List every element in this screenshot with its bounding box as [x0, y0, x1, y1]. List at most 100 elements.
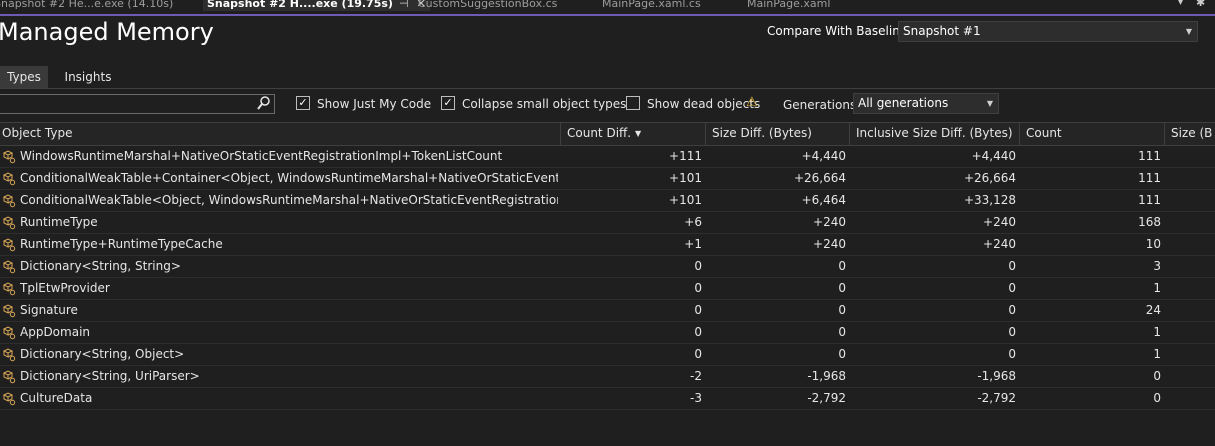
- baseline-label: Compare With Baseline:: [767, 24, 912, 38]
- cell-inclusive-size-diff: +33,128: [963, 193, 1016, 207]
- cell-count-diff: +101: [669, 193, 702, 207]
- cell-size-diff: 0: [838, 347, 846, 361]
- tab-snapshot-current[interactable]: Snapshot #2 H....exe (19.75s) ⊣ ✕: [203, 0, 430, 11]
- collapse-small-checkbox[interactable]: ✓: [441, 96, 455, 110]
- column-header-inclusive-size-diff[interactable]: Inclusive Size Diff. (Bytes): [850, 123, 1020, 145]
- collapse-small-label: Collapse small object types: [462, 97, 627, 111]
- cell-size-diff: 0: [838, 325, 846, 339]
- cell-count-diff: 0: [694, 303, 702, 317]
- chevron-down-icon: ▼: [1185, 27, 1192, 36]
- table-row[interactable]: WindowsRuntimeMarshal+NativeOrStaticEven…: [0, 146, 1215, 168]
- table-row[interactable]: RuntimeType+RuntimeTypeCache +1 +240 +240 10: [0, 234, 1215, 256]
- table-row[interactable]: Dictionary<String, String> 0 0 0 3: [0, 256, 1215, 278]
- cell-object-type: Dictionary<String, Object>: [20, 347, 185, 361]
- tab-insights[interactable]: Insights: [56, 66, 120, 88]
- column-header-object-type[interactable]: Object Type: [0, 123, 561, 145]
- show-dead-checkbox[interactable]: [626, 96, 640, 110]
- grid-body: WindowsRuntimeMarshal+NativeOrStaticEven…: [0, 146, 1215, 410]
- baseline-value: Snapshot #1: [903, 24, 981, 38]
- warning-icon: ⚠: [746, 95, 758, 110]
- column-header-count[interactable]: Count: [1020, 123, 1165, 145]
- cell-count: 111: [1138, 193, 1161, 207]
- cell-inclusive-size-diff: +240: [983, 237, 1016, 251]
- search-input[interactable]: [0, 94, 275, 114]
- cell-object-type: Dictionary<String, String>: [20, 259, 181, 273]
- column-header-size-diff[interactable]: Size Diff. (Bytes): [706, 123, 850, 145]
- cell-size-diff: +26,664: [793, 171, 846, 185]
- baseline-dropdown[interactable]: Snapshot #1 ▼: [898, 21, 1198, 42]
- cell-size-diff: +6,464: [801, 193, 846, 207]
- cell-inclusive-size-diff: 0: [1008, 303, 1016, 317]
- cell-count-diff: 0: [694, 259, 702, 273]
- cell-count: 1: [1153, 347, 1161, 361]
- generations-value: All generations: [858, 96, 949, 110]
- table-row[interactable]: Dictionary<String, Object> 0 0 0 1: [0, 344, 1215, 366]
- table-row[interactable]: Signature 0 0 0 24: [0, 300, 1215, 322]
- cell-count-diff: +1: [684, 237, 702, 251]
- pin-icon[interactable]: ⊣: [399, 0, 409, 10]
- cell-object-type: RuntimeType: [20, 215, 98, 229]
- cell-object-type: ConditionalWeakTable<Object, WindowsRunt…: [20, 193, 558, 207]
- table-row[interactable]: RuntimeType +6 +240 +240 168: [0, 212, 1215, 234]
- page-title: Managed Memory: [0, 18, 214, 46]
- search-icon[interactable]: [257, 95, 271, 115]
- table-row[interactable]: Dictionary<String, UriParser> -2 -1,968 -1,…: [0, 366, 1215, 388]
- cell-object-type: ConditionalWeakTable+Container<Object, W…: [20, 171, 558, 185]
- column-header-count-diff[interactable]: Count Diff. ▼: [561, 123, 706, 145]
- cell-object-type: AppDomain: [20, 325, 91, 339]
- column-header-size[interactable]: Size (B: [1165, 123, 1215, 145]
- active-tab-accent-line: [0, 14, 1215, 16]
- object-types-grid: Object Type Count Diff. ▼ Size Diff. (By…: [0, 122, 1215, 410]
- cell-inclusive-size-diff: +4,440: [971, 149, 1016, 163]
- cell-inclusive-size-diff: 0: [1008, 259, 1016, 273]
- cell-count-diff: -2: [690, 369, 702, 383]
- cell-count-diff: +6: [684, 215, 702, 229]
- cell-object-type: CultureData: [20, 391, 93, 405]
- cell-size-diff: 0: [838, 259, 846, 273]
- just-my-code-checkbox[interactable]: ✓: [296, 96, 310, 110]
- cell-size-diff: -2,792: [807, 391, 846, 405]
- cell-count-diff: 0: [694, 281, 702, 295]
- cell-inclusive-size-diff: 0: [1008, 281, 1016, 295]
- cell-count: 1: [1153, 325, 1161, 339]
- view-tabs-divider: [0, 88, 1215, 89]
- cell-count: 0: [1153, 391, 1161, 405]
- cell-size-diff: +240: [813, 237, 846, 251]
- tab-mainpage-xaml[interactable]: MainPage.xaml: [747, 0, 830, 11]
- just-my-code-label: Show Just My Code: [317, 97, 432, 111]
- cell-size-diff: -1,968: [807, 369, 846, 383]
- cell-count-diff: +101: [669, 171, 702, 185]
- table-row[interactable]: ConditionalWeakTable<Object, WindowsRunt…: [0, 190, 1215, 212]
- table-row[interactable]: ConditionalWeakTable+Container<Object, W…: [0, 168, 1215, 190]
- cell-inclusive-size-diff: 0: [1008, 325, 1016, 339]
- cell-inclusive-size-diff: +26,664: [963, 171, 1016, 185]
- tab-snapshot-prev[interactable]: Snapshot #2 He...e.exe (14.10s): [0, 0, 173, 11]
- cell-object-type: Signature: [20, 303, 78, 317]
- tab-snapshot-current-label: Snapshot #2 H....exe (19.75s): [207, 0, 393, 10]
- tab-list-dropdown-icon[interactable]: ▾: [1178, 0, 1183, 8]
- cell-count: 0: [1153, 369, 1161, 383]
- cell-object-type: WindowsRuntimeMarshal+NativeOrStaticEven…: [20, 149, 503, 163]
- cell-object-type: Dictionary<String, UriParser>: [20, 369, 200, 383]
- cell-object-type: RuntimeType+RuntimeTypeCache: [20, 237, 223, 251]
- table-row[interactable]: CultureData -3 -2,792 -2,792 0: [0, 388, 1215, 410]
- generations-label: Generations:: [783, 98, 861, 112]
- column-header-count-diff-label: Count Diff.: [567, 126, 632, 140]
- cell-count: 168: [1138, 215, 1161, 229]
- document-tab-strip: Snapshot #2 He...e.exe (14.10s) Snapshot…: [0, 0, 1215, 12]
- cell-object-type: TplEtwProvider: [20, 281, 110, 295]
- cell-count-diff: 0: [694, 325, 702, 339]
- table-row[interactable]: TplEtwProvider 0 0 0 1: [0, 278, 1215, 300]
- cell-inclusive-size-diff: -1,968: [977, 369, 1016, 383]
- table-row[interactable]: AppDomain 0 0 0 1: [0, 322, 1215, 344]
- generations-dropdown[interactable]: All generations ▼: [853, 93, 999, 114]
- chevron-down-icon: ▼: [986, 99, 993, 108]
- tab-types[interactable]: Types: [0, 66, 48, 88]
- cell-count: 24: [1145, 303, 1161, 317]
- gear-icon[interactable]: ✱: [1196, 0, 1205, 9]
- cell-count: 1: [1153, 281, 1161, 295]
- cell-count: 111: [1138, 171, 1161, 185]
- cell-size-diff: 0: [838, 281, 846, 295]
- tab-customsuggestionbox[interactable]: CustomSuggestionBox.cs: [418, 0, 557, 11]
- tab-mainpage-xaml-cs[interactable]: MainPage.xaml.cs: [602, 0, 701, 11]
